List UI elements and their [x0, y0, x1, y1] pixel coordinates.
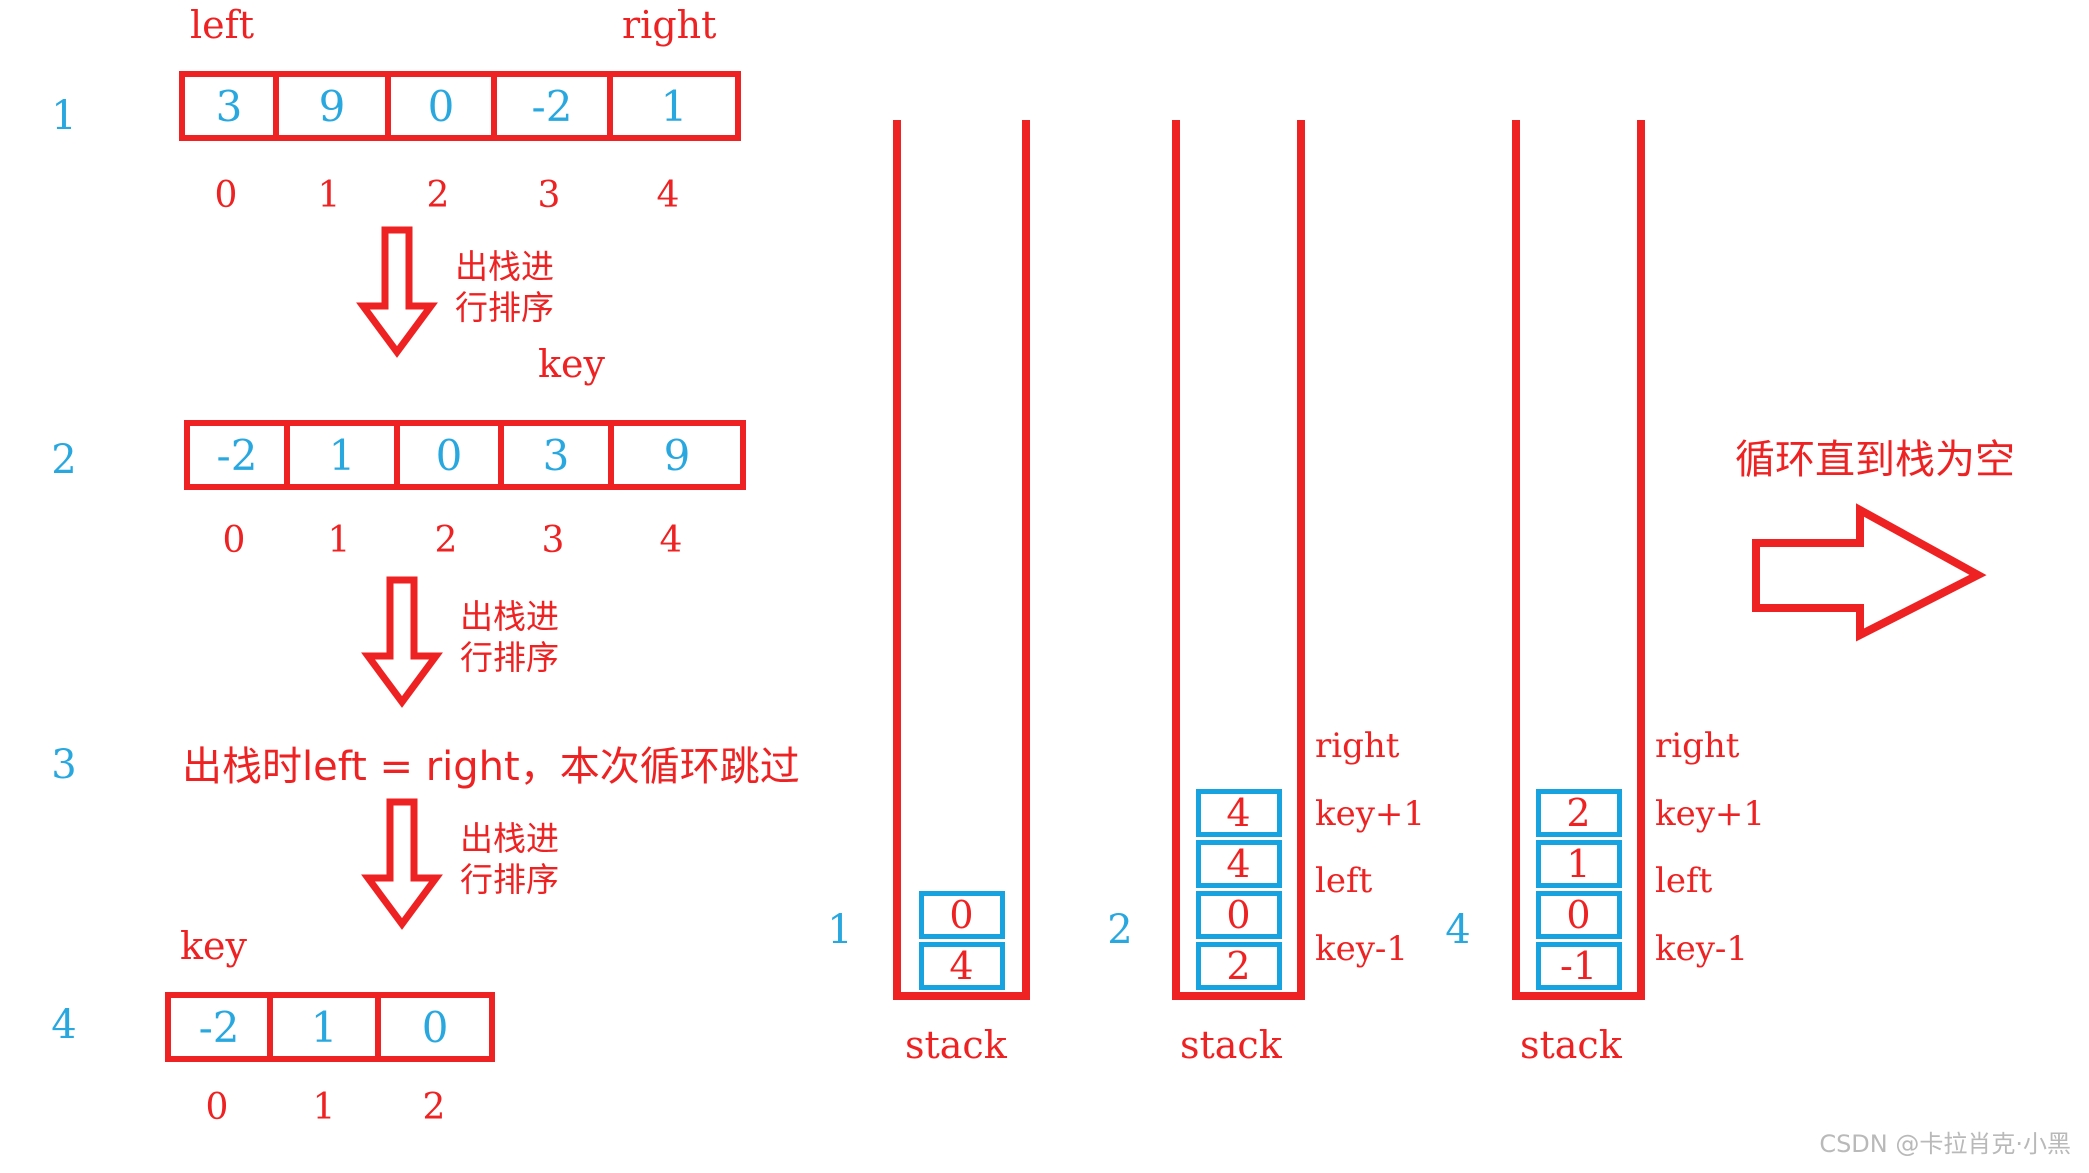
step-3-note: 出栈时left = right，本次循环跳过 — [182, 744, 800, 790]
array-cell: 1 — [660, 81, 688, 131]
index-row-2: 0 1 2 3 4 — [184, 520, 746, 561]
step-number-4: 4 — [51, 1002, 77, 1048]
down-arrow-icon-1 — [355, 226, 439, 358]
diagram-canvas: left right 1 3 9 0 -2 1 0 1 2 3 4 出栈进 行排… — [0, 0, 2089, 1173]
stack-cell: 4 — [1195, 789, 1282, 837]
stack-number-3: 4 — [1445, 907, 1471, 953]
array-row-4: -2 1 0 — [165, 992, 495, 1062]
stack-cell-label-keyplus1-3: key+1 — [1655, 794, 1766, 834]
arrow-note-2: 出栈进 行排序 — [460, 596, 559, 679]
array-cell: 9 — [279, 77, 391, 135]
stack-cell-label-right-2: right — [1315, 726, 1400, 766]
index-row-1: 0 1 2 3 4 — [179, 175, 741, 216]
arrow-note-line: 行排序 — [460, 860, 559, 900]
down-arrow-icon-2 — [360, 576, 444, 708]
step-number-3: 3 — [51, 742, 77, 788]
stack-cell: 2 — [1195, 942, 1282, 990]
array-cell: 9 — [663, 430, 691, 480]
array-cell: -2 — [171, 998, 274, 1056]
array-cell: 3 — [185, 77, 279, 135]
array-cell: 0 — [421, 1002, 449, 1052]
stack-number-1: 1 — [827, 907, 853, 953]
array-cell: 1 — [290, 426, 400, 484]
stack-cell-label-keyminus1-2: key-1 — [1315, 929, 1409, 969]
stack-cell: 4 — [918, 942, 1005, 990]
arrow-note-line: 出栈进 — [455, 247, 554, 286]
stack-caption-1: stack — [905, 1023, 1007, 1067]
index-label: 0 — [205, 1087, 229, 1128]
index-label: 1 — [312, 1087, 336, 1128]
arrow-note-line: 行排序 — [455, 288, 554, 328]
index-label: 0 — [222, 520, 246, 561]
arrow-note-line: 行排序 — [460, 638, 559, 678]
arrow-note-line: 出栈进 — [460, 819, 559, 858]
stack-cell: 0 — [1195, 891, 1282, 939]
array-cell: 1 — [273, 998, 382, 1056]
array-cell: -2 — [497, 77, 613, 135]
index-label: 2 — [422, 1087, 446, 1128]
stack-caption-3: stack — [1520, 1023, 1622, 1067]
stack-number-2: 2 — [1107, 907, 1133, 953]
stack-container-1: 0 4 — [893, 120, 1030, 1000]
array-cell: -2 — [190, 426, 290, 484]
stack-cell-label-right-3: right — [1655, 726, 1740, 766]
array-cell: 0 — [391, 77, 497, 135]
stack-cell: -1 — [1535, 942, 1622, 990]
index-label: 1 — [327, 520, 351, 561]
pointer-label-left: left — [190, 3, 254, 47]
stack-container-2: 4 4 0 2 — [1172, 120, 1305, 1000]
pointer-label-key-row4: key — [180, 924, 247, 968]
stack-cell: 2 — [1535, 789, 1622, 837]
stack-container-3: 2 1 0 -1 — [1512, 120, 1645, 1000]
stack-cell-label-keyplus1-2: key+1 — [1315, 794, 1426, 834]
stack-cell-label-left-3: left — [1655, 861, 1713, 901]
stack-caption-2: stack — [1180, 1023, 1282, 1067]
index-label: 4 — [656, 175, 680, 216]
arrow-note-3: 出栈进 行排序 — [460, 818, 559, 901]
stack-cell: 0 — [918, 891, 1005, 939]
index-row-4: 0 1 2 — [165, 1087, 495, 1128]
index-label: 4 — [659, 520, 683, 561]
stack-cell: 4 — [1195, 840, 1282, 888]
pointer-label-key-row2: key — [538, 342, 605, 386]
stack-cell: 1 — [1535, 840, 1622, 888]
index-label: 0 — [214, 175, 238, 216]
stack-cell-label-keyminus1-3: key-1 — [1655, 929, 1749, 969]
watermark: CSDN @卡拉肖克·小黑 — [1819, 1130, 2071, 1158]
stack-cell-label-left-2: left — [1315, 861, 1373, 901]
index-label: 1 — [317, 175, 341, 216]
array-row-1: 3 9 0 -2 1 — [179, 71, 741, 141]
array-cell: 3 — [504, 426, 614, 484]
step-number-2: 2 — [51, 437, 77, 483]
index-label: 2 — [426, 175, 450, 216]
array-cell: 0 — [400, 426, 504, 484]
index-label: 3 — [537, 175, 561, 216]
arrow-note-line: 出栈进 — [460, 597, 559, 636]
down-arrow-icon-3 — [360, 798, 444, 930]
index-label: 3 — [541, 520, 565, 561]
pointer-label-right: right — [622, 3, 717, 47]
loop-note: 循环直到栈为空 — [1735, 437, 2015, 483]
index-label: 2 — [434, 520, 458, 561]
array-row-2: -2 1 0 3 9 — [184, 420, 746, 490]
stack-cell: 0 — [1535, 891, 1622, 939]
step-number-1: 1 — [51, 93, 77, 139]
right-arrow-icon — [1752, 503, 1987, 642]
arrow-note-1: 出栈进 行排序 — [455, 246, 554, 329]
